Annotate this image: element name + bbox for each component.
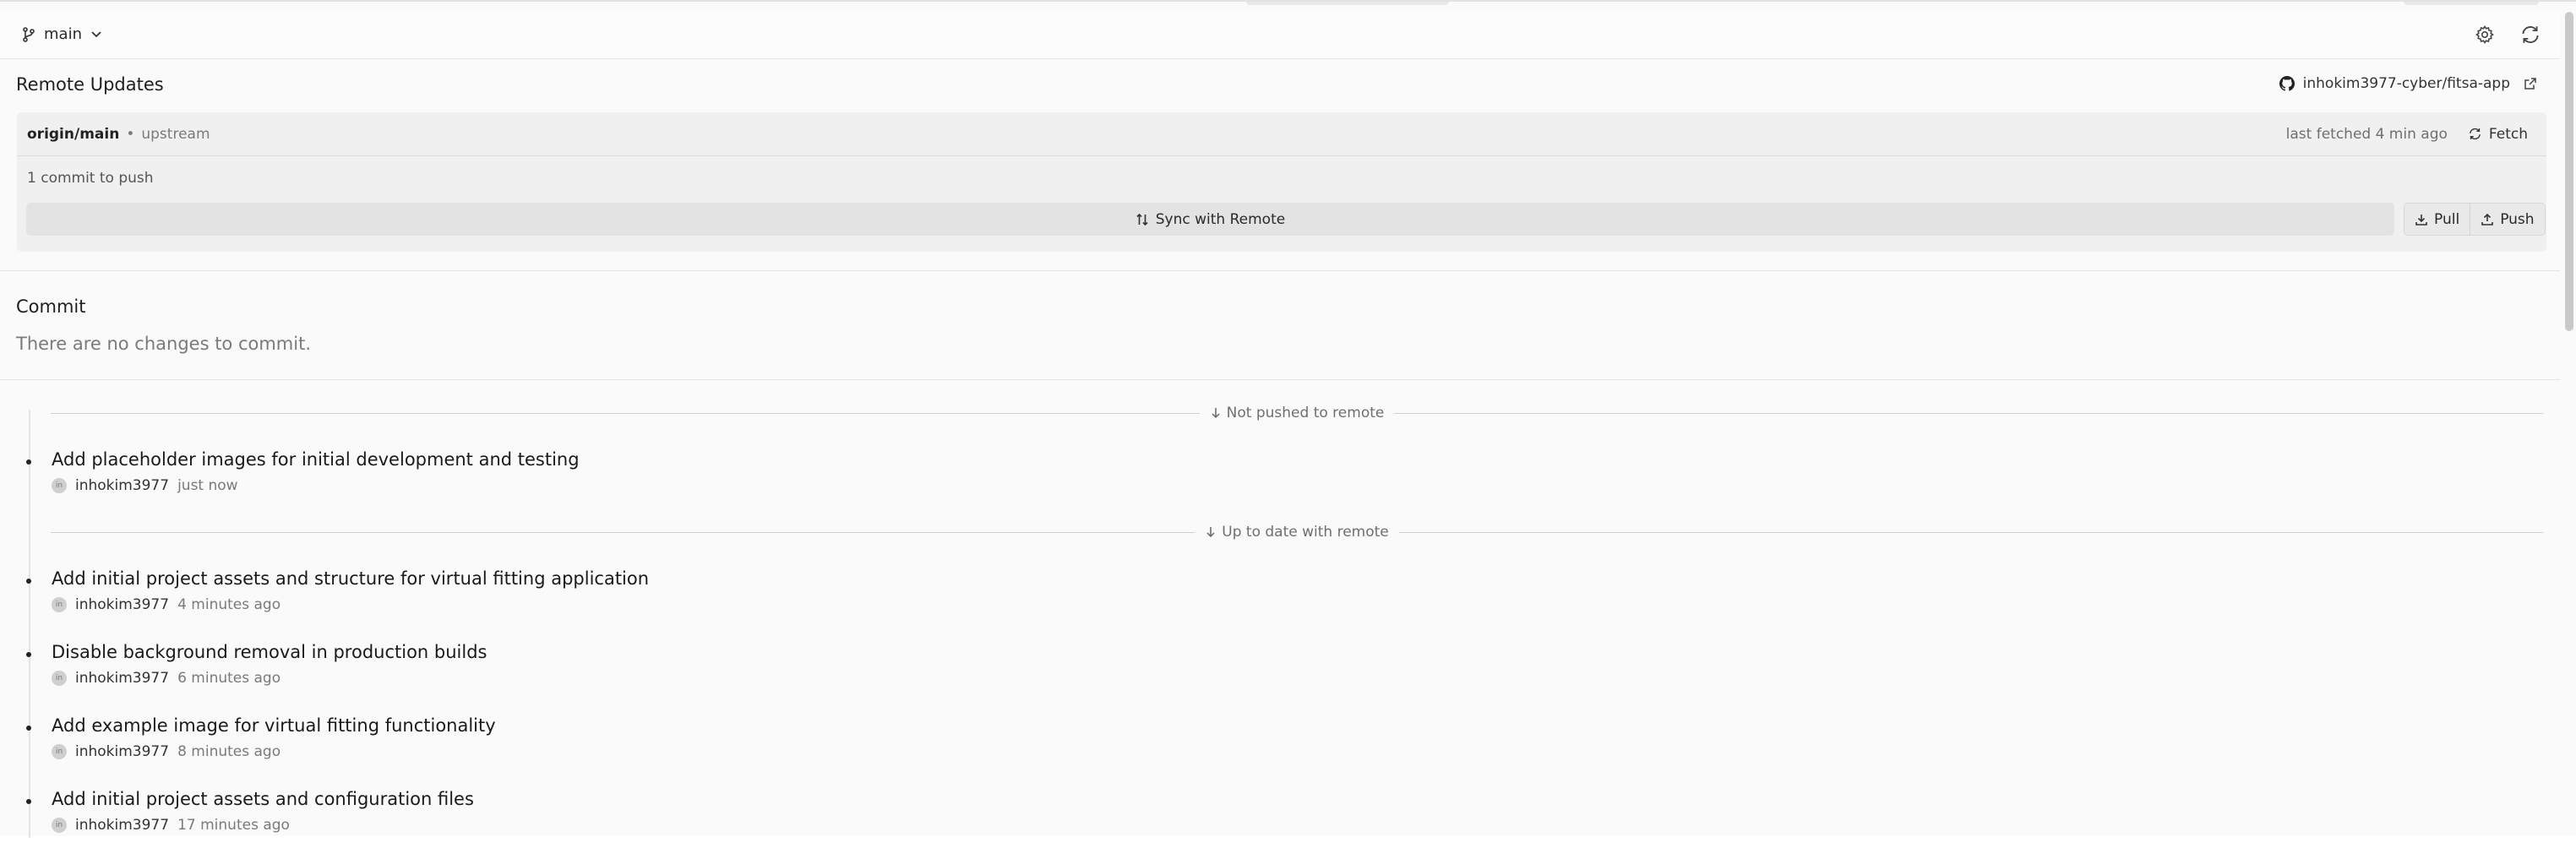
not-pushed-separator: Not pushed to remote [51, 403, 2544, 423]
commit-author: inhokim3977 [75, 477, 170, 494]
commit-time: 17 minutes ago [177, 817, 290, 834]
pull-label: Pull [2434, 210, 2460, 228]
top-tab-strip [1246, 2, 1449, 5]
commit-dot [26, 652, 31, 657]
gear-icon [2475, 24, 2495, 45]
refresh-icon [2468, 127, 2482, 141]
chevron-down-icon [90, 30, 102, 39]
commit-title: Commit [16, 296, 86, 317]
up-to-date-separator: Up to date with remote [51, 522, 2544, 542]
upstream-label: upstream [141, 125, 210, 143]
commit-item[interactable]: Add initial project assets and structure… [0, 568, 2526, 628]
scrollbar-thumb[interactable] [2565, 12, 2573, 331]
top-tab-strip-right [2404, 2, 2539, 5]
commit-dot [26, 726, 31, 731]
commit-dot [26, 579, 31, 584]
pull-button[interactable]: Pull [2404, 204, 2470, 235]
commit-time: 6 minutes ago [177, 670, 281, 687]
avatar: in [52, 744, 67, 759]
no-changes-text: There are no changes to commit. [16, 334, 312, 354]
commit-author: inhokim3977 [75, 743, 170, 760]
panel-header: main [0, 10, 2560, 59]
remote-card: origin/main • upstream last fetched 4 mi… [17, 112, 2546, 252]
commit-message: Add initial project assets and configura… [52, 789, 474, 809]
commit-item[interactable]: Add example image for virtual fitting fu… [0, 715, 2526, 775]
git-branch-icon [22, 26, 35, 42]
commit-message: Add example image for virtual fitting fu… [52, 715, 496, 736]
section-divider [0, 270, 2560, 271]
external-link-icon [2524, 77, 2537, 90]
header-actions [2472, 22, 2543, 47]
avatar: in [52, 818, 67, 833]
not-pushed-label: Not pushed to remote [1226, 405, 1385, 421]
branch-selector[interactable]: main [22, 25, 102, 43]
settings-button[interactable] [2472, 22, 2497, 47]
repo-link[interactable]: inhokim3977-cyber/fitsa-app [2279, 75, 2537, 92]
arrow-down-icon [1210, 407, 1222, 419]
commit-message: Add initial project assets and structure… [52, 568, 650, 589]
github-icon [2279, 76, 2295, 91]
commit-item[interactable]: Add initial project assets and configura… [0, 789, 2526, 848]
commit-time: 8 minutes ago [177, 743, 281, 760]
remote-separator: • [126, 125, 135, 143]
section-divider [0, 379, 2560, 380]
fetch-button[interactable]: Fetch [2468, 126, 2528, 143]
avatar: in [52, 671, 67, 686]
git-panel: main Remote Updates inhokim3977-cyber/fi… [0, 0, 2576, 838]
arrows-up-down-icon [1136, 213, 1149, 226]
avatar: in [52, 478, 67, 493]
commit-author: inhokim3977 [75, 817, 170, 834]
arrow-down-icon [1205, 526, 1217, 538]
refresh-button[interactable] [2518, 22, 2543, 47]
avatar: in [52, 597, 67, 612]
remote-updates-title: Remote Updates [16, 74, 164, 95]
commit-dot [26, 459, 31, 465]
commit-item[interactable]: Disable background removal in production… [0, 642, 2526, 701]
commit-time: 4 minutes ago [177, 596, 281, 613]
commit-author: inhokim3977 [75, 670, 170, 687]
download-icon [2415, 213, 2428, 226]
commit-time: just now [177, 477, 238, 494]
commits-to-push-text: 1 commit to push [27, 170, 154, 187]
push-label: Push [2500, 210, 2535, 228]
fetch-label: Fetch [2488, 125, 2528, 143]
commit-author: inhokim3977 [75, 596, 170, 613]
remote-branch-name: origin/main [27, 125, 120, 143]
push-button[interactable]: Push [2470, 204, 2544, 235]
commit-dot [26, 799, 31, 804]
remote-info-row: origin/main • upstream last fetched 4 mi… [17, 112, 2546, 156]
last-fetched-text: last fetched 4 min ago [2285, 125, 2448, 143]
commit-item[interactable]: Add placeholder images for initial devel… [0, 449, 2526, 508]
repo-name: inhokim3977-cyber/fitsa-app [2302, 75, 2510, 92]
refresh-icon [2519, 24, 2541, 46]
up-to-date-label: Up to date with remote [1222, 524, 1389, 541]
pull-push-group: Pull Push [2404, 203, 2546, 236]
sync-label: Sync with Remote [1155, 210, 1286, 228]
upload-icon [2481, 213, 2494, 226]
branch-name: main [44, 25, 82, 43]
sync-with-remote-button[interactable]: Sync with Remote [26, 203, 2394, 236]
commit-message: Add placeholder images for initial devel… [52, 449, 580, 470]
commit-message: Disable background removal in production… [52, 642, 487, 662]
